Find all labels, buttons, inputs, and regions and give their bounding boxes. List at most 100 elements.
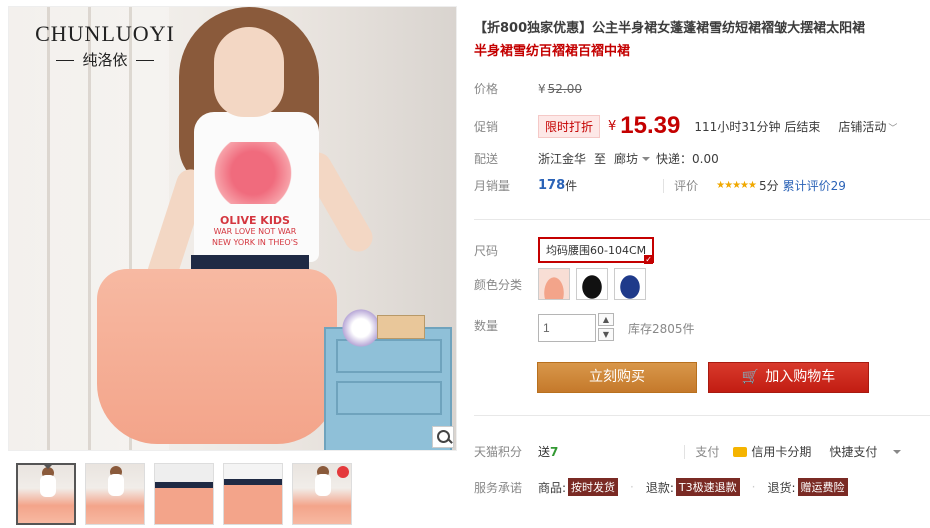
thumbnail-strip [16,463,352,525]
promo-price: 15.39 [620,112,681,139]
color-row: 颜色分类 [474,268,646,300]
cabinet-drawer [336,381,442,415]
thumb-figure [40,475,56,497]
service-label: 服务承诺 [474,480,523,495]
promo-tag: 限时打折 [538,114,601,138]
product-gallery: CHUNLUOYI 纯洛依 OLIVE KIDS WAR LOVE NOT WA… [8,6,457,526]
thumbnail-2[interactable] [85,463,145,525]
ship-to-word: 至 [594,152,607,166]
title-subline: 半身裙雪纺百褶裙百褶中裙 [474,44,631,59]
dropdown-arrow-icon[interactable] [642,156,651,165]
color-swatch-pink[interactable] [538,268,570,300]
decrease-button[interactable]: ▼ [598,328,614,341]
stock-count: 库存2805件 [628,321,695,336]
payment-label: 支付 [695,445,720,459]
sales-unit: 件 [565,179,578,193]
promo-label: 促销 [474,119,499,134]
thumbnail-4[interactable] [223,463,283,525]
svc-goods-tag[interactable]: 按时发货 [568,478,619,496]
section-divider [474,219,930,220]
color-swatch-blue[interactable] [614,268,646,300]
thumb-figure [315,474,331,496]
title-highlight: 【折800独家优惠】 [474,21,593,36]
quantity-label: 数量 [474,319,499,333]
countdown-timer: 111小时31分钟 后结束 [694,119,821,134]
points-payment-row: 天猫积分 送 7 支付 信用卡分期 快捷支付 [474,443,907,460]
title-main: 公主半身裙女蓬蓬裙雪纺短裙褶皱大摆裙太阳裙 [592,21,866,36]
books [377,315,425,339]
add-to-cart-label: 加入购物车 [765,369,836,385]
brand-logo: CHUNLUOYI 纯洛依 [25,21,185,70]
express-fee: 快递：0.00 [656,152,719,166]
ship-from: 浙江金华 [538,152,587,166]
svc-return-label: 退货: [767,480,796,495]
review-count-link[interactable]: 累计评价29 [783,177,846,194]
thumbnail-1[interactable] [16,463,76,525]
separator-dot: · [630,480,634,494]
chevron-down-icon: ﹀ [888,123,898,134]
shop-activity-label: 店铺活动 [838,119,887,134]
brand-name-cn: 纯洛依 [25,49,185,70]
size-row: 尺码 均码腰围60-104CM [474,237,655,264]
rating-score: 5分 [758,179,779,193]
credit-card-icon [733,446,748,457]
svc-refund-label: 退款: [645,480,674,495]
ship-to-select[interactable]: 廊坊 [614,150,638,167]
size-option-selected[interactable]: 均码腰围60-104CM [538,237,655,264]
section-divider [474,415,930,416]
price-row: 价格 ¥ 52.00 [474,80,582,97]
color-swatches [538,268,646,300]
divider [663,178,665,193]
svc-refund-tag[interactable]: T3极速退款 [675,478,740,496]
svc-return-tag[interactable]: 赠运费险 [797,478,848,496]
size-label: 尺码 [474,243,499,258]
svc-goods-label: 商品: [538,480,567,495]
price-label: 价格 [474,82,499,96]
model-face [214,27,284,117]
points-label: 天猫积分 [474,445,523,459]
price-currency: ¥ [538,81,546,96]
rating-label: 评价 [674,179,699,193]
brand-name-en: CHUNLUOYI [35,21,175,46]
monthly-sales-label: 月销量 [474,179,511,193]
service-row: 服务承诺 商品: 按时发货 · 退款: T3极速退款 · 退货: 赠运费险 [474,478,848,496]
color-label: 颜色分类 [474,277,523,292]
product-title: 【折800独家优惠】公主半身裙女蓬蓬裙雪纺短裙褶皱大摆裙太阳裙 半身裙雪纺百褶裙… [474,17,914,63]
increase-button[interactable]: ▲ [598,313,614,326]
quantity-input[interactable] [538,314,596,342]
tshirt-line-1: OLIVE KIDS [220,214,290,227]
thumbnail-5[interactable] [292,463,352,525]
model-skirt [97,269,337,444]
tshirt-line-2: WAR LOVE NOT WAR [213,227,297,236]
original-price: 52.00 [547,81,582,96]
thumbnail-3[interactable] [154,463,214,525]
points-prefix: 送 [538,445,551,459]
buy-now-button[interactable]: 立刻购买 [537,362,697,393]
monthly-sales-count: 178 [538,178,566,193]
tshirt-tree-print [209,142,297,204]
delivery-label: 配送 [474,152,499,166]
separator-dot: · [751,480,756,494]
points-value: 7 [550,444,559,459]
cart-icon: 🛒 [741,369,760,385]
divider [684,444,686,459]
shop-activity-dropdown[interactable]: 店铺活动 ﹀ [838,118,897,135]
thumb-badge [337,466,349,478]
installment-option[interactable]: 信用卡分期 [751,443,811,460]
quick-pay-option[interactable]: 快捷支付 [829,443,877,460]
add-to-cart-button[interactable]: 🛒 加入购物车 [708,362,869,393]
tshirt-line-3: NEW YORK IN THEO'S [211,238,298,247]
thumb-figure [108,474,124,496]
sales-row: 月销量 178 件 评价 ★★★★★ 5分 累计评价29 [474,177,846,194]
star-rating-icon: ★★★★★ [716,180,757,191]
main-product-image[interactable]: CHUNLUOYI 纯洛依 OLIVE KIDS WAR LOVE NOT WA… [8,6,457,451]
tshirt-text: OLIVE KIDS WAR LOVE NOT WAR NEW YORK IN … [205,215,305,248]
delivery-row: 配送 浙江金华 至 廊坊 快递：0.00 [474,150,719,167]
payment-dropdown-icon[interactable] [893,449,902,458]
color-swatch-black[interactable] [576,268,608,300]
promo-row: 促销 限时打折 ¥ 15.39 111小时31分钟 后结束 店铺活动 ﹀ [474,112,897,140]
promo-currency: ¥ [608,118,617,134]
zoom-icon[interactable] [432,426,454,448]
quantity-stepper: ▲ ▼ [598,313,614,343]
quantity-row: 数量 ▲ ▼ 库存2805件 [474,313,695,343]
